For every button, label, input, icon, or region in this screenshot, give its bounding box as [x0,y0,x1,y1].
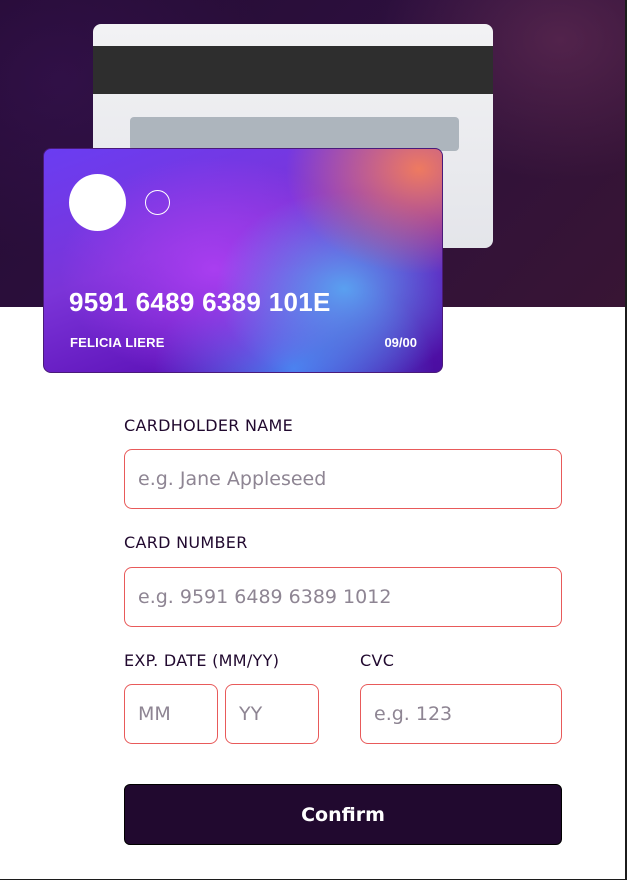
expiry-month-input[interactable] [124,684,218,744]
card-logo-circle-small [145,190,170,215]
card-expiry-display: 09/00 [384,335,417,350]
cvc-label: CVC [360,651,395,670]
card-number-label: CARD NUMBER [124,533,248,552]
signature-strip [130,117,459,151]
cardholder-name-input[interactable] [124,449,562,509]
expiry-year-input[interactable] [225,684,319,744]
card-number-display: 9591 6489 6389 101E [69,287,331,317]
magnetic-stripe [93,46,493,94]
cvc-input[interactable] [360,684,562,744]
cardholder-name-label: CARDHOLDER NAME [124,416,294,435]
expiry-date-label: EXP. DATE (MM/YY) [124,651,280,670]
cardholder-name-display: FELICIA LIERE [70,335,165,350]
card-number-input[interactable] [124,567,562,627]
card-logo-circle-large [69,174,126,231]
confirm-button[interactable]: Confirm [124,784,562,845]
card-front: 9591 6489 6389 101E FELICIA LIERE 09/00 [43,148,443,373]
